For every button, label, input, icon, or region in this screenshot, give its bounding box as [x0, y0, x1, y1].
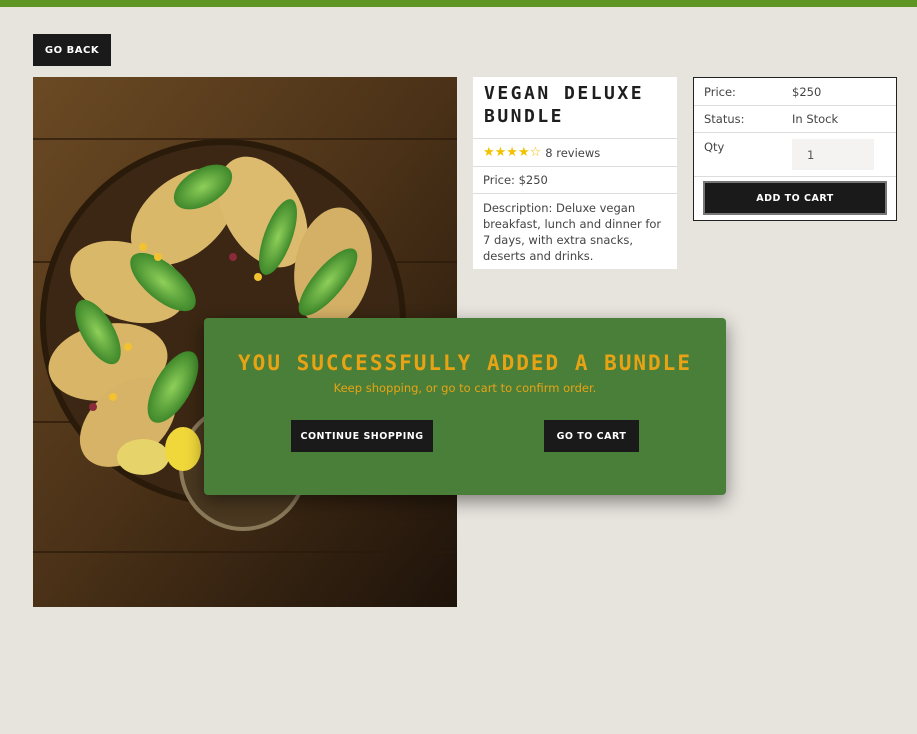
status-value: In Stock [792, 112, 839, 126]
price-value: $250 [792, 84, 822, 99]
top-accent-bar [0, 0, 917, 7]
purchase-card: Price: $250 Status: In Stock Qty ADD TO … [693, 77, 897, 221]
go-back-button[interactable]: GO BACK [33, 34, 111, 66]
go-to-cart-button[interactable]: GO TO CART [544, 420, 639, 452]
continue-shopping-button[interactable]: CONTINUE SHOPPING [291, 420, 433, 452]
modal-subtitle: Keep shopping, or go to cart to confirm … [333, 381, 597, 395]
qty-label: Qty [704, 140, 725, 154]
success-modal: YOU SUCCESSFULLY ADDED A BUNDLE Keep sho… [204, 318, 726, 495]
status-label: Status: [704, 112, 745, 126]
modal-title: YOU SUCCESSFULLY ADDED A BUNDLE [238, 351, 692, 375]
qty-row: Qty [694, 133, 896, 177]
product-info-card: VEGAN DELUXE BUNDLE ★★★★☆ 8 reviews Pric… [473, 77, 677, 269]
product-price: Price: $250 [473, 166, 677, 193]
product-description: Description: Deluxe vegan breakfast, lun… [473, 193, 677, 264]
reviews-count: 8 reviews [545, 145, 601, 160]
product-title: VEGAN DELUXE BUNDLE [484, 83, 645, 127]
add-to-cart-button[interactable]: ADD TO CART [703, 181, 887, 215]
status-row: Status: In Stock [694, 106, 896, 133]
qty-input[interactable] [792, 139, 874, 170]
price-label: Price: [704, 84, 736, 99]
rating-row: ★★★★☆ 8 reviews [473, 138, 677, 166]
price-row: Price: $250 [694, 78, 896, 106]
star-rating-icon: ★★★★☆ [483, 145, 542, 160]
